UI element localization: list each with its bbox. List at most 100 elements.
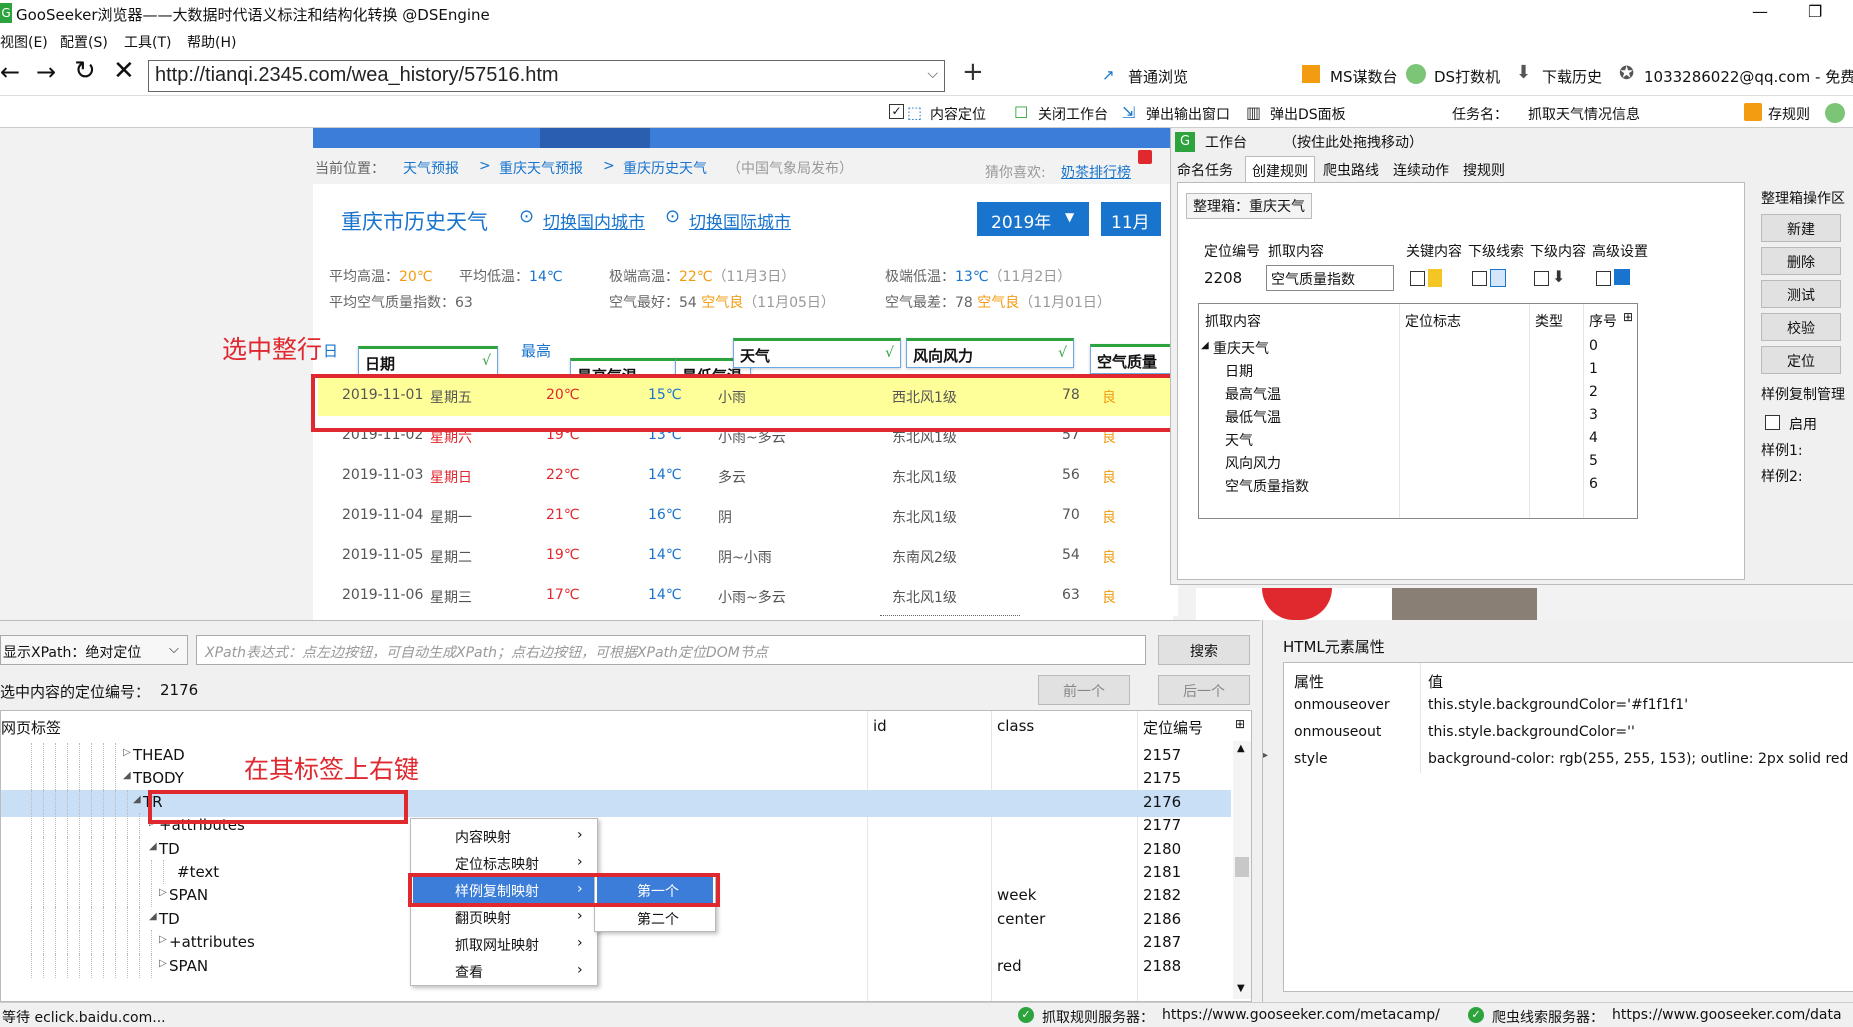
content-locate-checkbox[interactable]: ✓ xyxy=(889,104,904,119)
scroll-up-icon[interactable]: ▲ xyxy=(1237,743,1245,754)
tree-expand-icon[interactable]: ◢ xyxy=(133,794,141,805)
tree-guide xyxy=(139,813,140,838)
highlight-tr-node xyxy=(148,790,408,824)
tree-item[interactable]: 重庆天气 xyxy=(1213,338,1269,358)
tree-item[interactable]: 风向风力 xyxy=(1225,453,1281,473)
maximize-button[interactable]: ❐ xyxy=(1808,2,1822,21)
rule-server-url[interactable]: https://www.gooseeker.com/metacamp/ xyxy=(1162,1007,1440,1023)
submenu-second[interactable]: 第二个 xyxy=(597,905,713,932)
content-name-input[interactable]: 空气质量指数 xyxy=(1266,265,1394,291)
next-clue-checkbox[interactable] xyxy=(1472,271,1487,286)
weather-row[interactable]: 2019-11-04 星期一 21℃ 16℃ 阴 东北风1级 70 良 xyxy=(318,496,1178,536)
popup-ds-button[interactable]: 弹出DS面板 xyxy=(1270,104,1346,124)
check-icon: √ xyxy=(1058,345,1067,361)
breadcrumb-link-history[interactable]: 重庆历史天气 xyxy=(623,158,707,178)
weather-row[interactable]: 2019-11-06 星期三 17℃ 14℃ 小雨~多云 东北风1级 63 良 xyxy=(318,576,1178,616)
op-button-2[interactable]: 测试 xyxy=(1761,280,1841,308)
advanced-checkbox[interactable] xyxy=(1596,271,1611,286)
sample-enable-checkbox[interactable] xyxy=(1765,415,1780,430)
menu-config[interactable]: 配置(S) xyxy=(60,32,108,52)
tree-guide xyxy=(55,883,56,908)
url-dropdown-icon[interactable]: ⌵ xyxy=(927,66,938,82)
tree-expand-icon[interactable]: ◢ xyxy=(1201,340,1209,351)
normal-browse-button[interactable]: 普通浏览 xyxy=(1128,66,1188,87)
next-button[interactable]: 后一个 xyxy=(1158,675,1250,705)
tab-crawl-route[interactable]: 爬虫路线 xyxy=(1323,160,1379,180)
refresh-icon[interactable]: ↻ xyxy=(74,56,96,86)
sub-content-checkbox[interactable] xyxy=(1534,271,1549,286)
task-name-value[interactable]: 抓取天气情况信息 xyxy=(1528,104,1640,124)
xpath-mode-select[interactable]: 显示XPath：绝对定位 ⌵ xyxy=(0,635,188,665)
popup-output-button[interactable]: 弹出输出窗口 xyxy=(1146,104,1230,124)
tab-search-rule[interactable]: 搜规则 xyxy=(1463,160,1505,180)
minimize-button[interactable]: — xyxy=(1752,2,1768,21)
download-history-button[interactable]: 下载历史 xyxy=(1542,66,1602,87)
context-item[interactable]: 内容映射 xyxy=(413,823,595,850)
column-chooser-icon[interactable]: ⊞ xyxy=(1623,310,1633,324)
workbench-drag-hint[interactable]: （按住此处拖拽移动） xyxy=(1283,132,1423,152)
prev-button[interactable]: 前一个 xyxy=(1038,675,1130,705)
menu-help[interactable]: 帮助(H) xyxy=(187,32,236,52)
tree-expand-icon[interactable]: ▷ xyxy=(159,958,167,969)
tree-expand-icon[interactable]: ▷ xyxy=(159,887,167,898)
tree-expand-icon[interactable]: ◢ xyxy=(149,841,157,852)
tree-expand-icon[interactable]: ▷ xyxy=(123,747,131,758)
stat-value: 54 xyxy=(679,295,697,311)
cell-low: 16℃ xyxy=(648,507,682,523)
breadcrumb-link-cq[interactable]: 重庆天气预报 xyxy=(499,158,583,178)
context-item[interactable]: 查看 xyxy=(413,958,595,985)
tab-name-task[interactable]: 命名任务 xyxy=(1177,160,1233,180)
breadcrumb-link-weather[interactable]: 天气预报 xyxy=(403,158,459,178)
tree-expand-icon[interactable]: ◢ xyxy=(123,770,131,781)
tree-guide xyxy=(55,766,56,791)
splitter-arrow-icon[interactable]: ▸ xyxy=(1263,750,1268,761)
account-link[interactable]: 1033286022@qq.com - 免费用 xyxy=(1644,66,1853,87)
search-button[interactable]: 搜索 xyxy=(1158,635,1250,665)
save-rule-button[interactable]: 存规则 xyxy=(1768,104,1810,124)
op-button-3[interactable]: 校验 xyxy=(1761,313,1841,341)
new-tab-button[interactable]: + xyxy=(962,57,984,87)
tree-item[interactable]: 天气 xyxy=(1225,430,1253,450)
tree-expand-icon[interactable]: ◢ xyxy=(149,911,157,922)
op-button-1[interactable]: 删除 xyxy=(1761,247,1841,275)
month-select[interactable]: 11月 xyxy=(1101,202,1161,236)
key-content-checkbox[interactable] xyxy=(1410,271,1425,286)
switch-intl-link[interactable]: 切换国际城市 xyxy=(689,208,791,233)
content-locate-label[interactable]: 内容定位 xyxy=(930,104,986,124)
tree-item[interactable]: 日期 xyxy=(1225,361,1253,381)
dom-scrollbar[interactable]: ▲ ▼ xyxy=(1233,741,1251,999)
tree-item[interactable]: 最低气温 xyxy=(1225,407,1281,427)
close-workbench-button[interactable]: 关闭工作台 xyxy=(1038,104,1108,124)
clue-server-url[interactable]: https://www.gooseeker.com/data xyxy=(1612,1007,1842,1023)
scroll-thumb[interactable] xyxy=(1235,857,1249,877)
menu-tools[interactable]: 工具(T) xyxy=(124,32,171,52)
guess-link[interactable]: 奶茶排行榜 xyxy=(1061,162,1131,182)
menu-view[interactable]: 视图(E) xyxy=(0,32,48,52)
op-button-0[interactable]: 新建 xyxy=(1761,214,1841,242)
scroll-down-icon[interactable]: ▼ xyxy=(1237,983,1245,994)
tree-expand-icon[interactable]: ▷ xyxy=(159,934,167,945)
tab-create-rule[interactable]: 创建规则 xyxy=(1245,156,1315,182)
stop-icon[interactable]: ✕ xyxy=(113,56,135,86)
ds-counter-button[interactable]: DS打数机 xyxy=(1434,66,1500,87)
ms-console-button[interactable]: MS谋数台 xyxy=(1330,66,1397,87)
year-select[interactable]: 2019年 ▼ xyxy=(977,202,1089,236)
arrow-down-icon: ⬇ xyxy=(1552,267,1566,286)
url-bar[interactable]: http://tianqi.2345.com/wea_history/57516… xyxy=(148,60,945,92)
tree-guide xyxy=(79,766,80,791)
weather-row[interactable]: 2019-11-03 星期日 22℃ 14℃ 多云 东北风1级 56 良 xyxy=(318,456,1178,496)
context-item[interactable]: 翻页映射 xyxy=(413,904,595,931)
tree-item[interactable]: 空气质量指数 xyxy=(1225,476,1309,496)
xpath-input[interactable]: XPath表达式：点左边按钮，可自动生成XPath；点右边按钮，可根据XPath… xyxy=(196,635,1146,665)
forward-icon[interactable]: → xyxy=(36,58,56,86)
weather-row[interactable]: 2019-11-05 星期二 19℃ 14℃ 阴~小雨 东南风2级 54 良 xyxy=(318,536,1178,576)
tree-item[interactable]: 最高气温 xyxy=(1225,384,1281,404)
op-button-4[interactable]: 定位 xyxy=(1761,346,1841,374)
column-chooser-icon[interactable]: ⊞ xyxy=(1235,717,1245,731)
switch-domestic-link[interactable]: 切换国内城市 xyxy=(543,208,645,233)
context-item[interactable]: 抓取网址映射 xyxy=(413,931,595,958)
tab-continuous-action[interactable]: 连续动作 xyxy=(1393,160,1449,180)
dom-row[interactable]: ▷ SPAN red 2188 xyxy=(1,953,1231,981)
tree-header-flag: 定位标志 xyxy=(1405,314,1461,330)
back-icon[interactable]: ← xyxy=(0,58,20,86)
